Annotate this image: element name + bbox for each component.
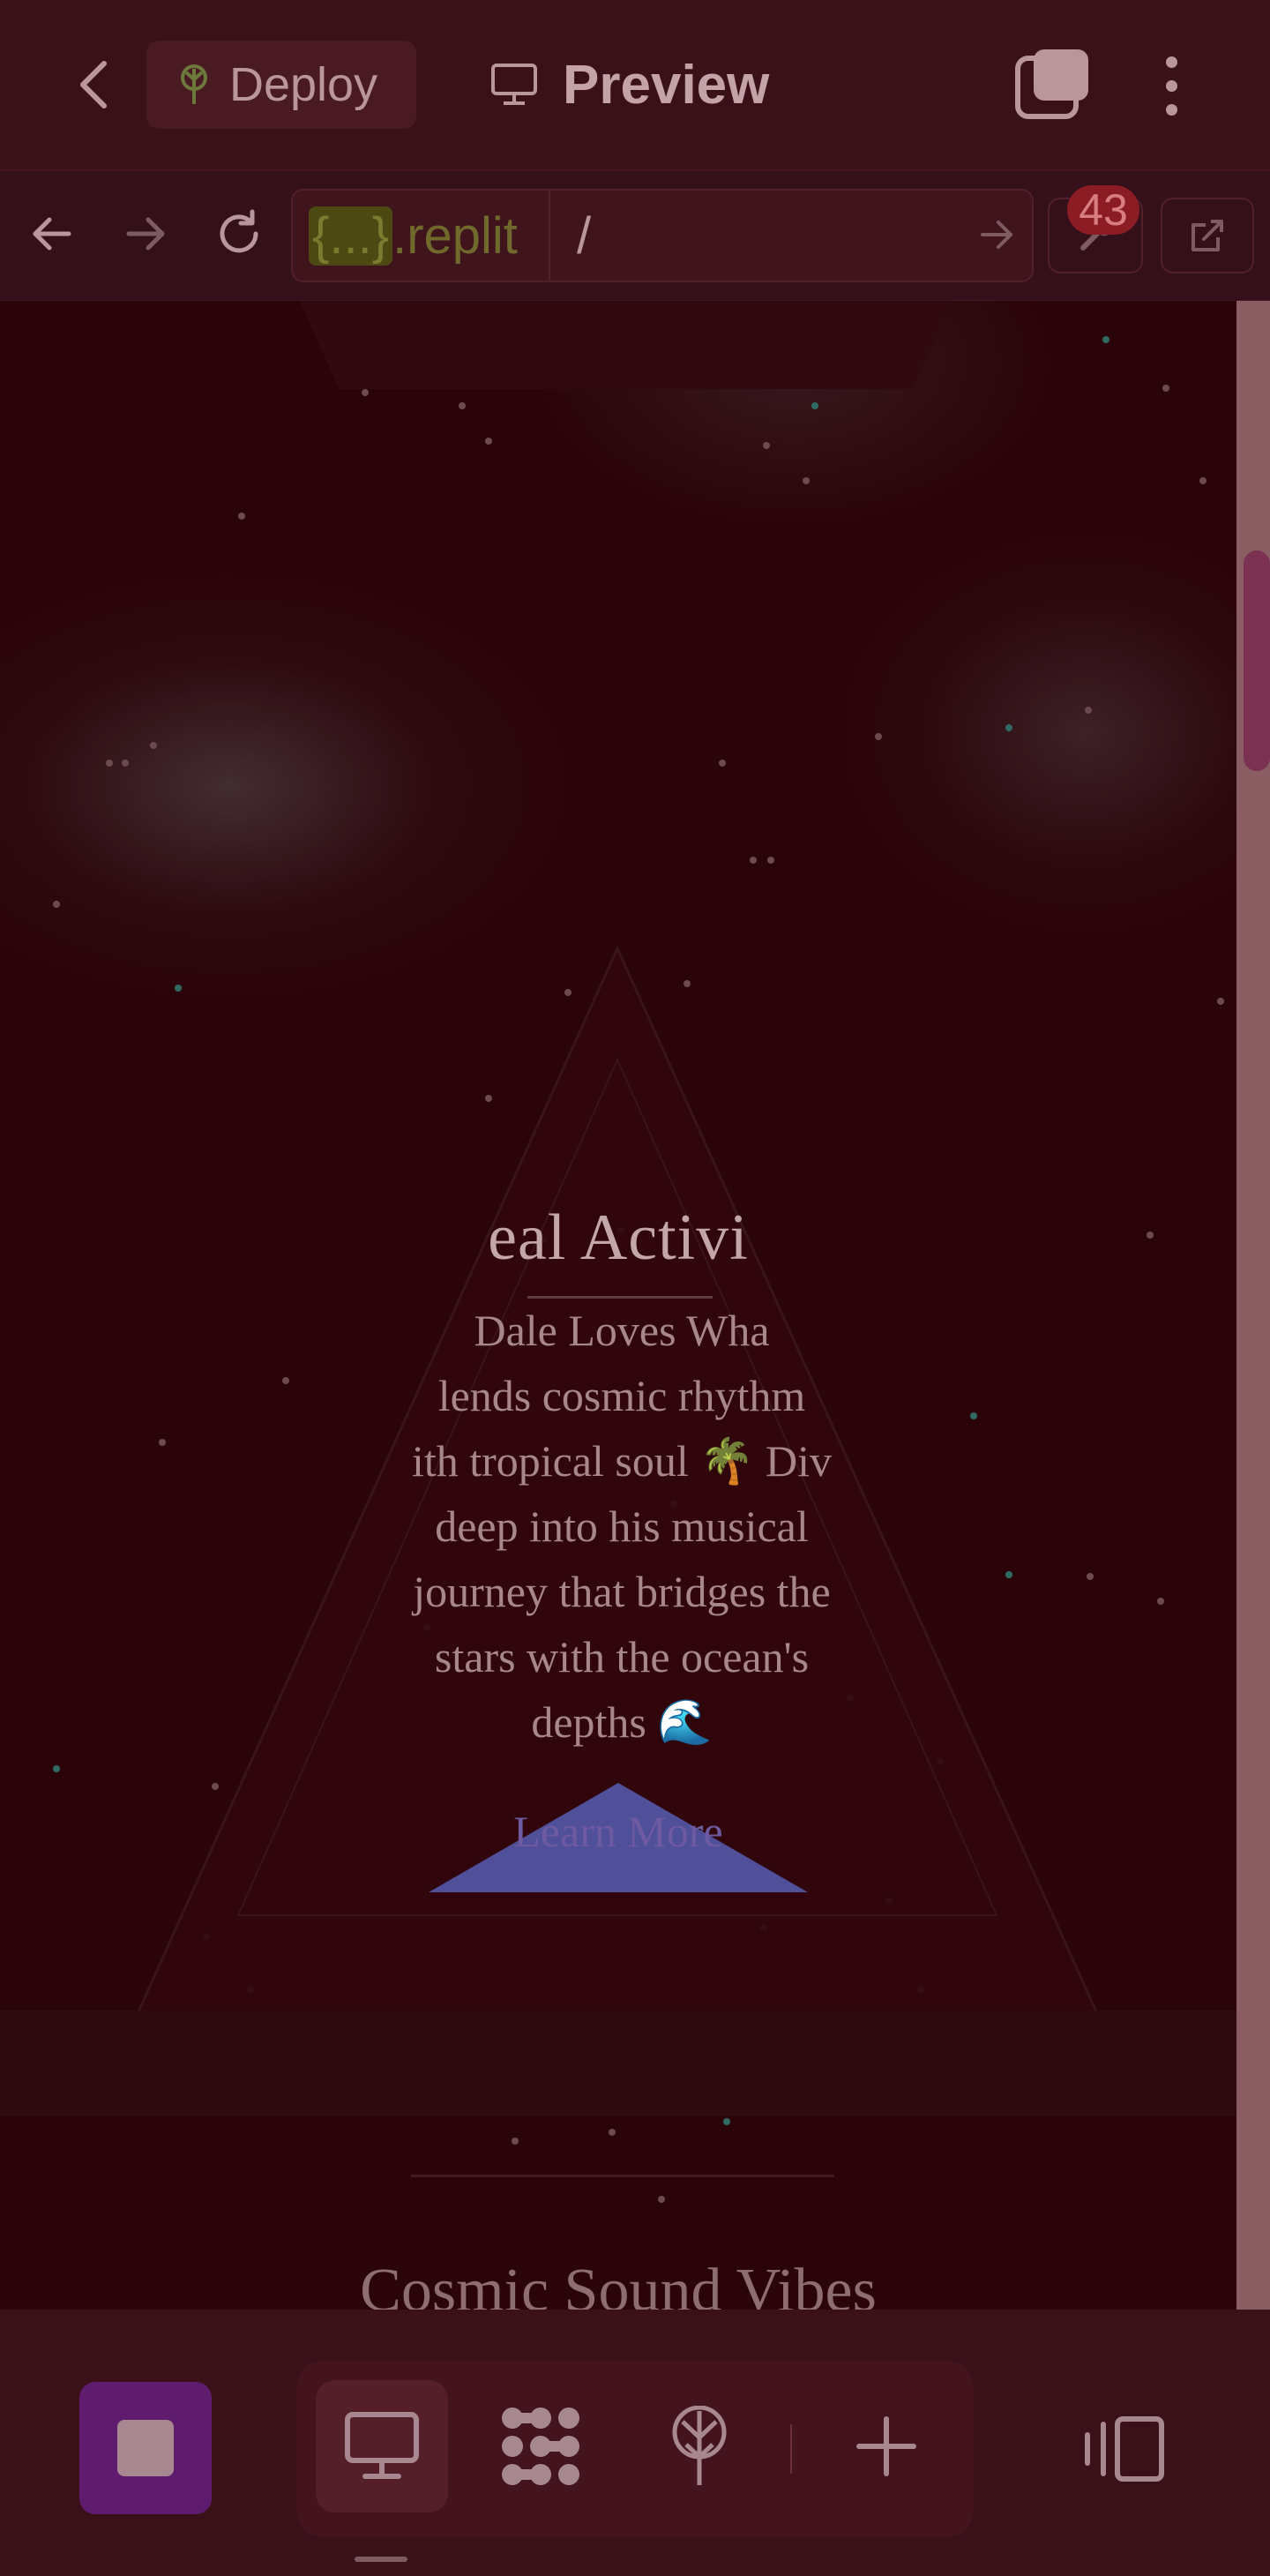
nebula-glow [0,565,582,1007]
star [658,2196,665,2203]
tool-divider [790,2424,792,2474]
tool-group [296,2361,974,2537]
stop-icon [117,2420,174,2476]
top-app-bar: Deploy Preview [0,0,1270,171]
tool-deploy[interactable] [633,2380,766,2512]
side-panel-button[interactable] [1076,2405,1173,2493]
star [459,402,466,409]
browser-url-bar: {...} .replit / 43 [0,171,1270,302]
tabs-button[interactable] [1014,46,1094,125]
star [723,2118,730,2125]
hero-text-line: ith tropical soul 🌴 Div [411,1436,833,1486]
deploy-button[interactable]: Deploy [146,41,416,129]
hero-description: Dale Loves Wha lends cosmic rhythm ith tro… [370,1298,873,1853]
star [1102,336,1109,343]
hero-text-line: lends cosmic rhythm [437,1371,806,1420]
star [106,760,113,767]
reload-icon [220,209,258,253]
hero-title: eal Activi [488,1202,749,1274]
preview-tab[interactable]: Preview [490,41,769,129]
more-vertical-icon [1165,56,1177,68]
url-host-highlight: {...} [309,206,393,266]
section-divider [411,2175,834,2177]
section-title: Cosmic Sound Vibes [360,2257,877,2310]
hero-text-line: stars with the ocean's [434,1632,810,1681]
back-button[interactable] [62,49,125,120]
stop-button[interactable] [79,2382,212,2514]
url-host: {...} .replit [309,191,518,281]
deploy-tree-icon [672,2406,727,2485]
star [362,389,369,396]
error-count-badge: 43 [1067,185,1139,235]
chevron-left-icon [80,61,107,109]
nav-forward-button[interactable] [115,203,176,265]
tool-agent[interactable] [474,2380,607,2512]
learn-more-label: Learn More [513,1807,723,1856]
url-divider [549,191,550,281]
scrollbar-thumb[interactable] [1244,550,1270,771]
nav-back-button[interactable] [21,203,83,265]
star [53,901,60,908]
deploy-label: Deploy [229,58,378,111]
url-host-rest: .replit [392,206,518,265]
star [719,760,726,767]
header-shape [300,301,952,389]
arrow-right-icon [126,217,165,251]
monitor-icon [345,2412,419,2479]
preview-viewport[interactable]: eal Activi Dale Loves Wha lends cosmic rh… [0,301,1236,2310]
hero-text-line: deep into his musical [435,1501,809,1551]
side-panel-icon [1085,2416,1164,2482]
star [1199,477,1206,484]
star [485,438,492,445]
tool-preview[interactable] [316,2380,448,2512]
star [803,477,810,484]
star [150,742,157,749]
star [1217,998,1224,1005]
arrow-left-icon [33,217,71,251]
go-button[interactable] [979,217,1014,257]
hero-text-line: depths 🌊 [531,1697,713,1747]
plus-icon [856,2416,916,2476]
star [875,733,882,740]
star [1085,707,1092,714]
arrow-right-icon [981,221,1012,249]
home-indicator [355,2557,407,2562]
section-band [0,2011,1236,2116]
star [238,513,245,520]
star [811,402,818,409]
star [122,760,129,767]
star [512,2138,519,2145]
star [1157,1598,1164,1605]
star [1005,724,1012,731]
nebula-glow [838,530,1236,936]
preview-label: Preview [563,54,770,116]
tabs-icon [1015,49,1088,119]
bottom-toolbar [0,2310,1270,2576]
reload-button[interactable] [208,203,270,265]
add-tool-button[interactable] [820,2380,952,2512]
star [609,2129,616,2136]
star [750,857,757,864]
star [1162,385,1169,392]
open-in-new-tab-button[interactable] [1161,198,1254,273]
hero-text-line: Dale Loves Wha [474,1306,770,1355]
url-input[interactable]: {...} .replit / [291,189,1034,282]
external-link-icon [1192,220,1223,251]
deploy-tree-icon [181,64,207,104]
monitor-icon [491,64,537,105]
star [763,442,770,449]
url-path: / [577,206,592,265]
star [53,1765,60,1772]
more-menu-button[interactable] [1138,46,1205,125]
agent-grid-icon [502,2408,579,2485]
hero-text-line: journey that bridges the [413,1567,831,1616]
star [767,857,774,864]
